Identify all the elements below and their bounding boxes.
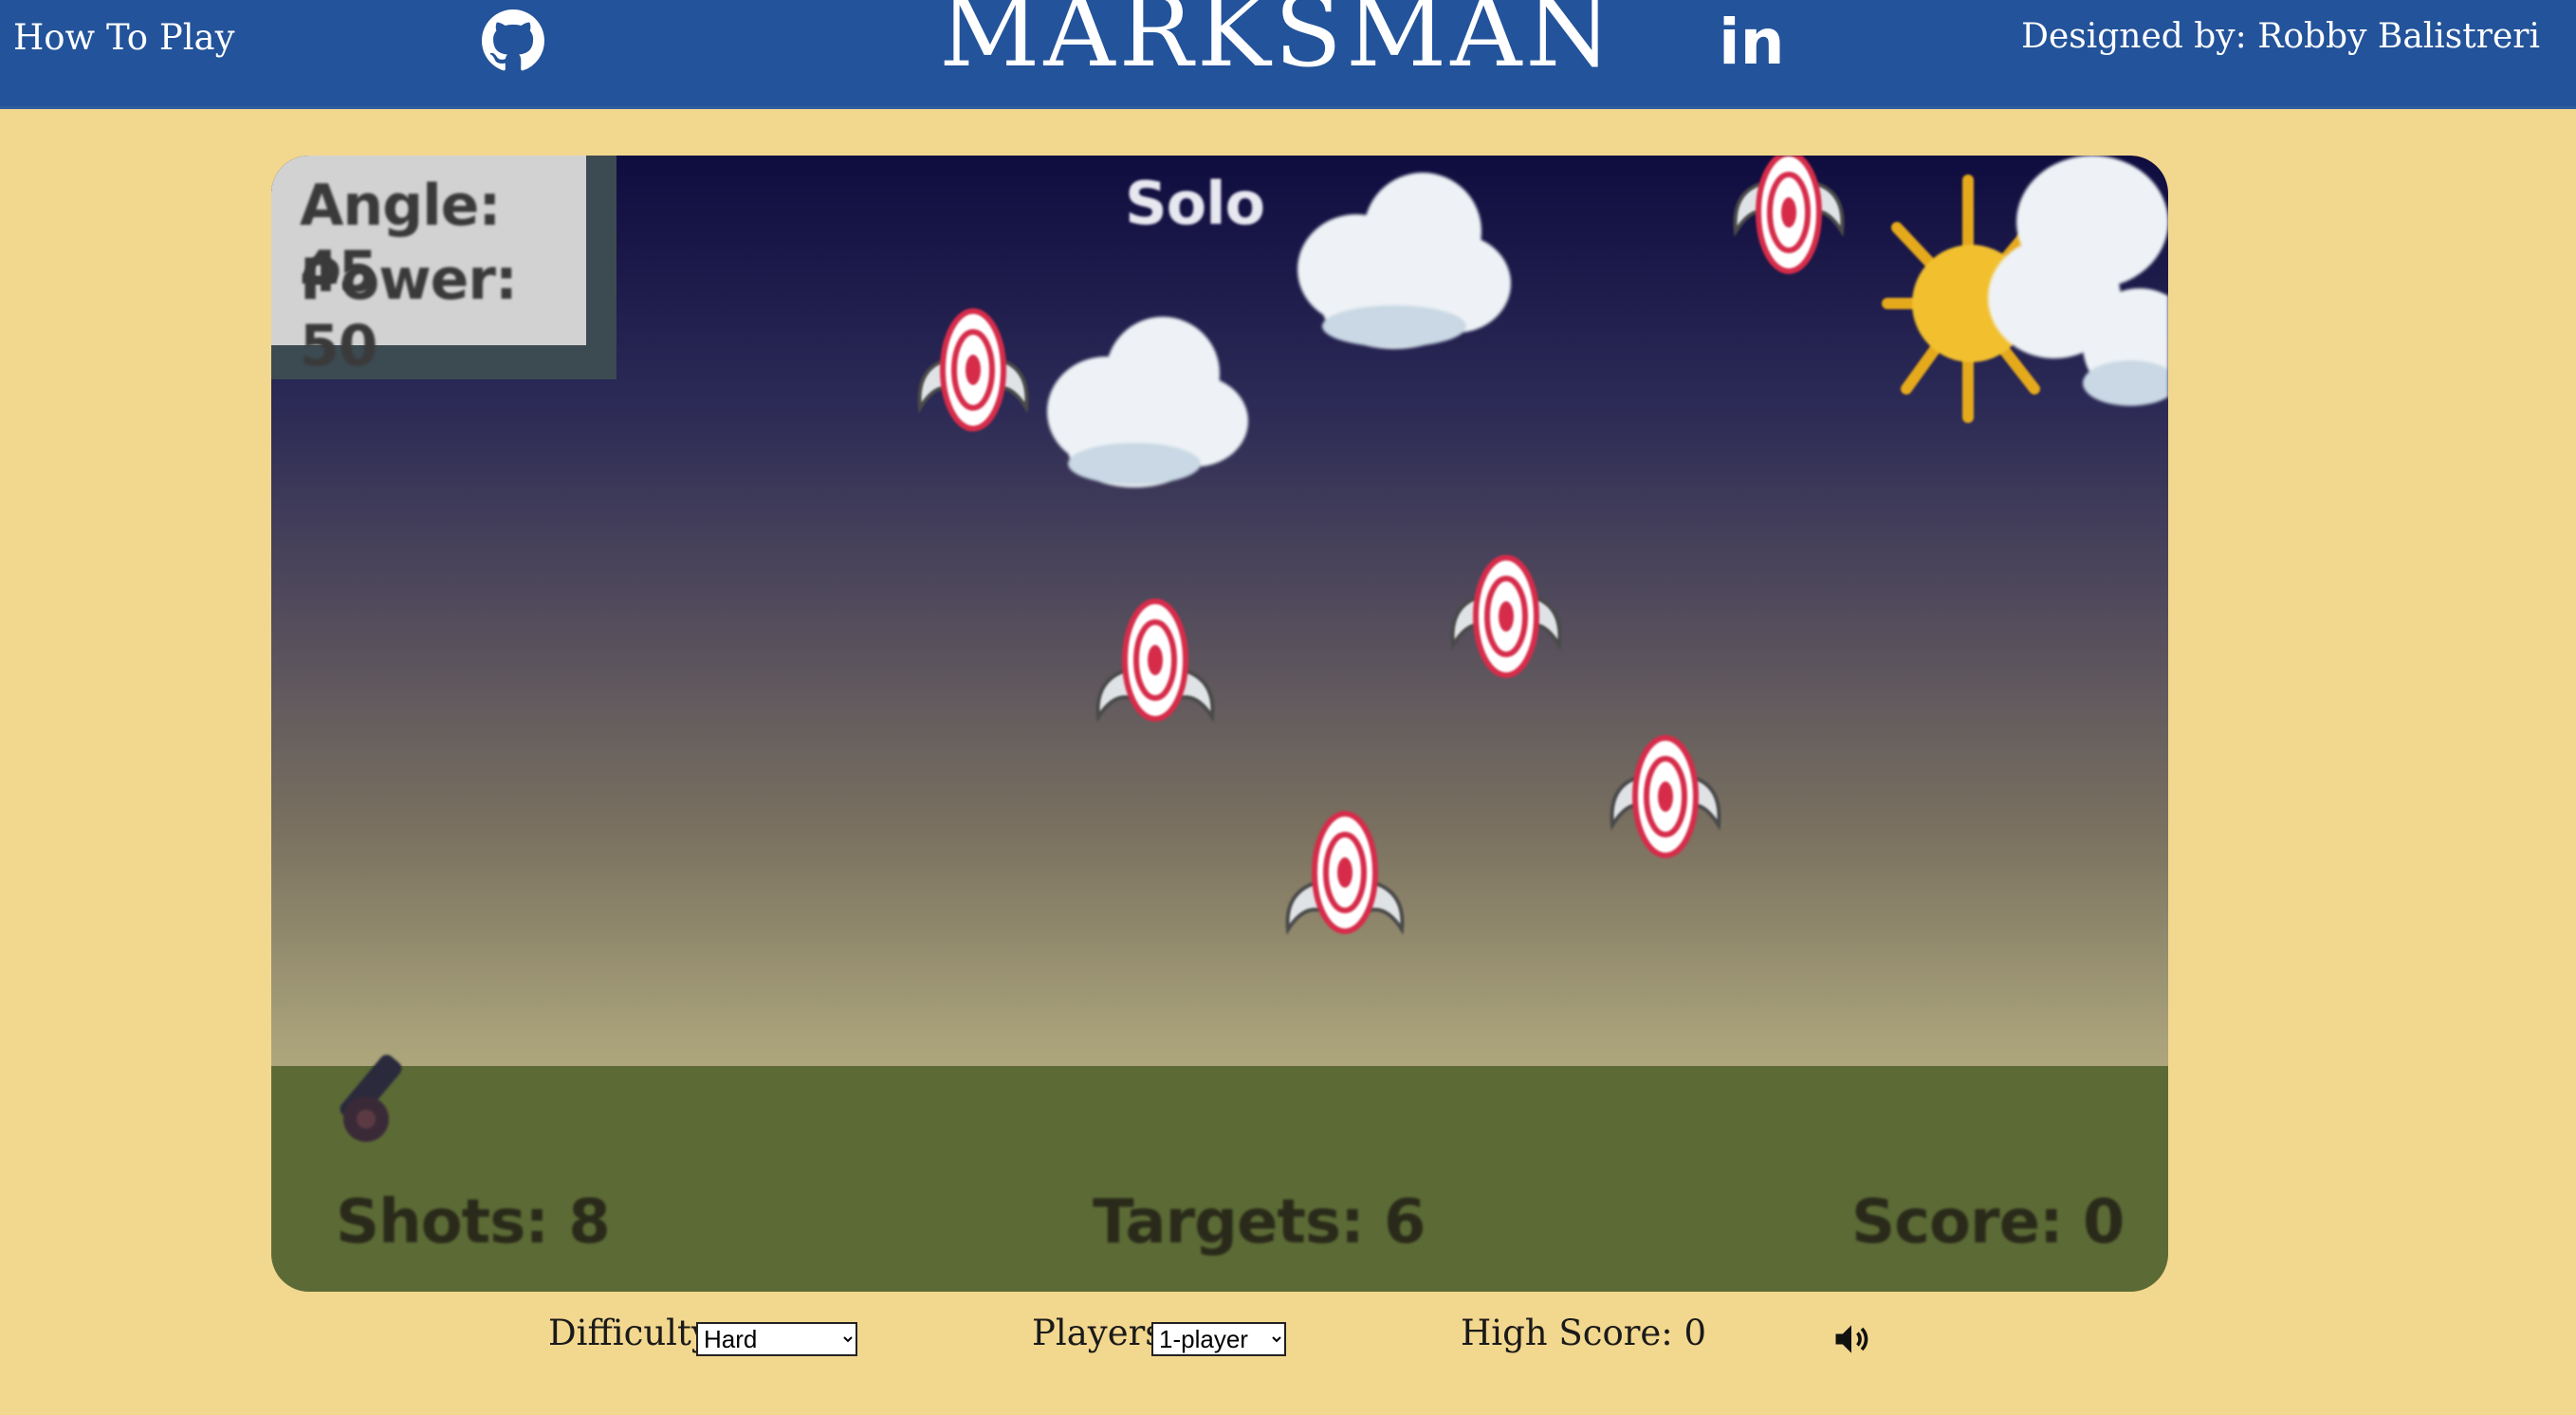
linkedin-icon[interactable]: in bbox=[1719, 11, 1785, 74]
players-label: Players bbox=[1032, 1313, 1164, 1353]
winged-target-icon[interactable] bbox=[1722, 156, 1855, 298]
cloud-icon bbox=[1978, 156, 2168, 412]
how-to-play-link[interactable]: How To Play bbox=[13, 17, 235, 58]
top-nav-bar: How To Play MARKSMAN in Designed by: Rob… bbox=[0, 0, 2576, 106]
score-counter: Score: 0 bbox=[1851, 1187, 2125, 1258]
winged-target-icon[interactable] bbox=[1599, 730, 1732, 873]
power-readout: Power: 50 bbox=[300, 247, 518, 379]
cloud-icon bbox=[1290, 165, 1518, 364]
difficulty-label: Difficulty bbox=[548, 1313, 711, 1353]
github-icon[interactable] bbox=[482, 9, 544, 72]
winged-target-icon[interactable] bbox=[1440, 550, 1573, 692]
winged-target-icon[interactable] bbox=[1089, 594, 1222, 736]
cloud-icon bbox=[1040, 298, 1258, 497]
game-mode-label: Solo bbox=[1125, 169, 1265, 238]
hud-panel-inner: Angle: 45 Power: 50 bbox=[271, 156, 586, 379]
designer-credit: Designed by: Robby Balistreri bbox=[2021, 17, 2540, 56]
cannon-icon[interactable] bbox=[330, 1038, 425, 1151]
targets-counter: Targets: 6 bbox=[1093, 1187, 1426, 1258]
winged-target-icon[interactable] bbox=[1279, 806, 1411, 948]
hud-panel: Angle: 45 Power: 50 bbox=[271, 156, 616, 379]
difficulty-select[interactable]: Hard bbox=[696, 1322, 857, 1356]
shots-counter: Shots: 8 bbox=[336, 1187, 611, 1258]
speaker-icon[interactable] bbox=[1831, 1318, 1872, 1360]
game-canvas[interactable]: Angle: 45 Power: 50 Solo Shots: 8 Target… bbox=[271, 156, 2168, 1292]
high-score-label: High Score: 0 bbox=[1461, 1313, 1707, 1353]
ground bbox=[271, 1066, 2168, 1292]
site-title: MARKSMAN bbox=[939, 0, 1616, 89]
players-select[interactable]: 1-player bbox=[1151, 1322, 1286, 1356]
winged-target-icon[interactable] bbox=[907, 303, 1040, 446]
